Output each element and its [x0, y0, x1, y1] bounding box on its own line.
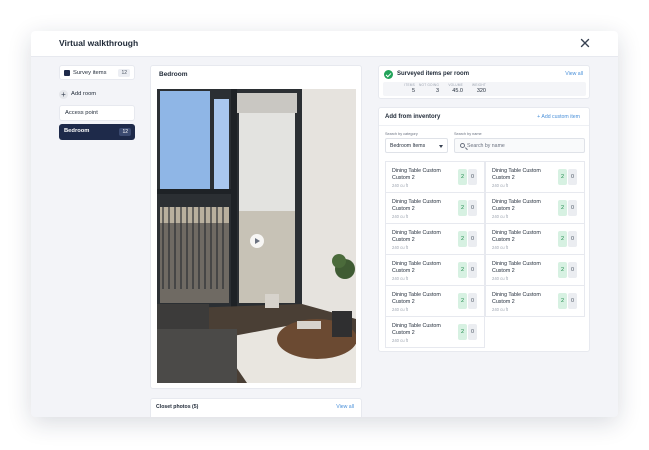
item-name: Dining Table Custom Custom 2 [492, 292, 541, 305]
inventory-item-card[interactable]: Dining Table Custom Custom 2 240 cu ft 2… [385, 254, 485, 286]
sidebar-item-label: Bedroom [64, 128, 90, 134]
category-select-value: Bedroom Items [390, 143, 426, 149]
room-photo-panel: Bedroom [150, 65, 362, 389]
quantity-not-going[interactable]: 0 [568, 293, 577, 309]
item-name: Dining Table Custom Custom 2 [392, 323, 441, 336]
modal-header: Virtual walkthrough [31, 31, 618, 57]
surveyed-items-panel: Surveyed items per room View all ITEMS 5… [378, 65, 590, 99]
quantity-not-going[interactable]: 0 [468, 200, 477, 216]
quantity-not-going[interactable]: 0 [568, 262, 577, 278]
room-photo[interactable] [157, 89, 356, 383]
search-icon [460, 143, 465, 148]
category-label: Search by category [385, 132, 418, 136]
survey-items-icon [64, 70, 70, 76]
inventory-item-card[interactable]: Dining Table Custom Custom 2 240 cu ft 2… [385, 161, 485, 193]
surveyed-items-title: Surveyed items per room [397, 71, 470, 77]
quantity-not-going[interactable]: 0 [468, 262, 477, 278]
virtual-walkthrough-modal: Virtual walkthrough Survey items 12 + Ad… [31, 31, 618, 417]
quantity-not-going[interactable]: 0 [468, 169, 477, 185]
quantity-going[interactable]: 2 [458, 262, 467, 278]
quantity-not-going[interactable]: 0 [468, 324, 477, 340]
item-size: 240 cu ft [492, 307, 509, 312]
play-icon[interactable] [250, 234, 264, 248]
item-size: 240 cu ft [492, 183, 509, 188]
stat-label: WEIGHT [472, 83, 486, 87]
quantity-not-going[interactable]: 0 [568, 231, 577, 247]
room-title: Bedroom [159, 71, 188, 78]
inventory-item-card[interactable]: Dining Table Custom Custom 2 240 cu ft 2… [485, 192, 585, 224]
item-name: Dining Table Custom Custom 2 [492, 230, 541, 243]
quantity-going[interactable]: 2 [458, 324, 467, 340]
divider [379, 125, 589, 126]
inventory-item-card[interactable]: Dining Table Custom Custom 2 240 cu ft 2… [385, 192, 485, 224]
item-name: Dining Table Custom Custom 2 [392, 292, 441, 305]
quantity-going[interactable]: 2 [458, 293, 467, 309]
sidebar-item-bedroom[interactable]: Bedroom 12 [59, 124, 135, 140]
sidebar-item-survey-items[interactable]: Survey items 12 [59, 65, 135, 80]
item-size: 240 cu ft [392, 245, 409, 250]
inventory-item-card[interactable]: Dining Table Custom Custom 2 240 cu ft 2… [485, 223, 585, 255]
quantity-not-going[interactable]: 0 [568, 200, 577, 216]
add-custom-item-link[interactable]: + Add custom item [537, 114, 580, 120]
count-badge: 12 [118, 69, 130, 77]
item-size: 240 cu ft [392, 307, 409, 312]
item-size: 240 cu ft [392, 338, 409, 343]
closet-photos-panel: Closet photos (5) View all [150, 398, 362, 417]
item-size: 240 cu ft [392, 276, 409, 281]
inventory-item-card[interactable]: Dining Table Custom Custom 2 240 cu ft 2… [485, 161, 585, 193]
item-name: Dining Table Custom Custom 2 [492, 168, 541, 181]
search-input[interactable] [467, 140, 582, 151]
item-name: Dining Table Custom Custom 2 [492, 199, 541, 212]
quantity-going[interactable]: 2 [458, 231, 467, 247]
quantity-not-going[interactable]: 0 [468, 293, 477, 309]
quantity-going[interactable]: 2 [558, 231, 567, 247]
quantity-going[interactable]: 2 [558, 169, 567, 185]
stat-weight: WEIGHT 320 [454, 83, 486, 94]
stat-value: 320 [476, 88, 486, 94]
inventory-item-card[interactable]: Dining Table Custom Custom 2 240 cu ft 2… [385, 316, 485, 348]
inventory-item-card[interactable]: Dining Table Custom Custom 2 240 cu ft 2… [385, 285, 485, 317]
item-name: Dining Table Custom Custom 2 [492, 261, 541, 274]
item-name: Dining Table Custom Custom 2 [392, 230, 441, 243]
item-name: Dining Table Custom Custom 2 [392, 261, 441, 274]
add-room-label: Add room [71, 91, 97, 97]
add-room-button[interactable]: + Add room [59, 88, 135, 103]
surveyed-view-all-link[interactable]: View all [565, 71, 583, 77]
check-circle-icon [384, 70, 393, 79]
chevron-down-icon [439, 145, 443, 148]
item-size: 240 cu ft [492, 245, 509, 250]
count-badge: 12 [119, 128, 131, 136]
surveyed-stats: ITEMS 5 NOT GOING 3 VOLUME 45.0 WEIGHT 3… [383, 82, 586, 96]
item-name: Dining Table Custom Custom 2 [392, 168, 441, 181]
quantity-not-going[interactable]: 0 [568, 169, 577, 185]
item-size: 240 cu ft [392, 183, 409, 188]
quantity-going[interactable]: 2 [558, 200, 567, 216]
modal-title: Virtual walkthrough [59, 38, 139, 48]
sidebar-item-label: Survey items [73, 70, 107, 76]
item-name: Dining Table Custom Custom 2 [392, 199, 441, 212]
item-size: 240 cu ft [492, 214, 509, 219]
closet-view-all-link[interactable]: View all [336, 404, 354, 410]
add-from-inventory-panel: Add from inventory + Add custom item Sea… [378, 107, 590, 352]
sidebar-item-label: Access point [65, 110, 98, 116]
inventory-item-card[interactable]: Dining Table Custom Custom 2 240 cu ft 2… [485, 254, 585, 286]
close-icon[interactable] [579, 37, 591, 49]
quantity-not-going[interactable]: 0 [468, 231, 477, 247]
inventory-item-card[interactable]: Dining Table Custom Custom 2 240 cu ft 2… [385, 223, 485, 255]
category-select[interactable]: Bedroom Items [385, 138, 448, 153]
quantity-going[interactable]: 2 [458, 200, 467, 216]
inventory-item-card[interactable]: Dining Table Custom Custom 2 240 cu ft 2… [485, 285, 585, 317]
closet-photos-title: Closet photos (5) [156, 404, 199, 410]
item-size: 240 cu ft [392, 214, 409, 219]
quantity-going[interactable]: 2 [558, 262, 567, 278]
plus-icon: + [59, 90, 68, 99]
quantity-going[interactable]: 2 [558, 293, 567, 309]
quantity-going[interactable]: 2 [458, 169, 467, 185]
search-field[interactable] [454, 138, 585, 153]
inventory-title: Add from inventory [385, 114, 441, 120]
name-search-label: Search by name [454, 132, 482, 136]
item-size: 240 cu ft [492, 276, 509, 281]
sidebar-item-access-point[interactable]: Access point [59, 105, 135, 121]
